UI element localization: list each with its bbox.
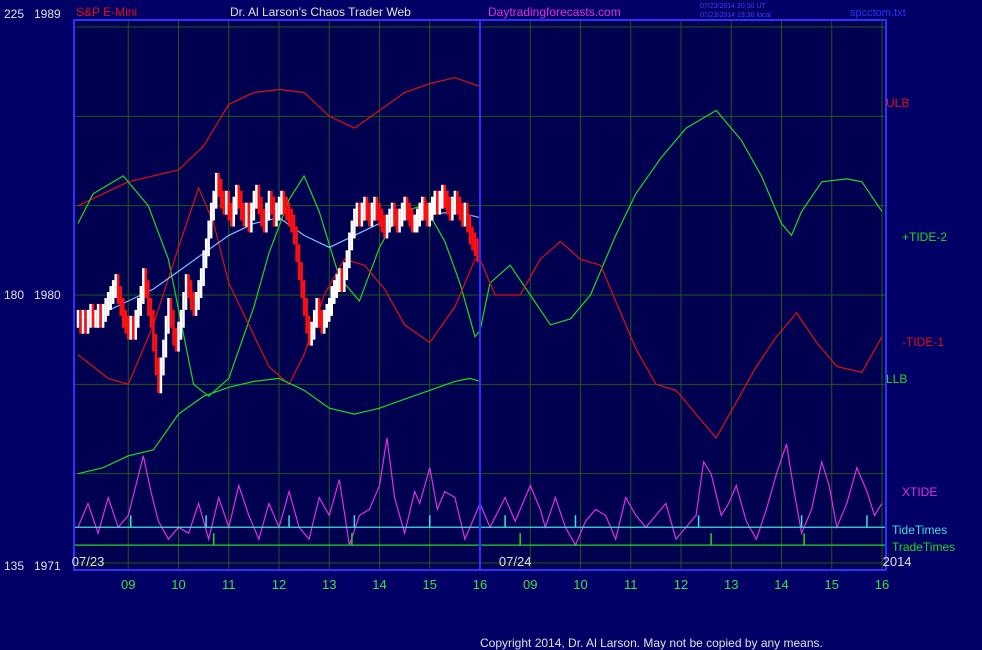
x-tick-label: 14 xyxy=(372,577,386,592)
x-tick-label: 11 xyxy=(222,577,236,592)
y-axis-price-label: 1989 xyxy=(34,7,61,21)
legend-label-ulb: ULB xyxy=(886,96,909,110)
legend-label-llb: LLB xyxy=(886,372,907,386)
legend-label-tide-1: -TIDE-1 xyxy=(902,335,944,349)
x-tick-label: 16 xyxy=(473,577,487,592)
y-axis-price-label: 1980 xyxy=(34,288,61,302)
time-ut: 07/23/2014 20:30 UT xyxy=(700,3,766,10)
x-tick-label: 13 xyxy=(724,577,738,592)
y-axis-price-label: 1971 xyxy=(34,559,61,573)
copyright: Copyright 2014, Dr. Al Larson. May not b… xyxy=(480,636,823,650)
x-axis-labels: 09 10 11 12 13 14 15 16 09 10 11 12 13 14 15 16 xyxy=(121,577,889,592)
y-axis-label: 180 xyxy=(4,288,24,302)
legend-label-xtide: XTIDE xyxy=(902,485,937,499)
legend-label-tradetimes: TradeTimes xyxy=(892,540,955,554)
x-tick-label: 10 xyxy=(573,577,587,592)
date-label: 07/23 xyxy=(72,554,105,569)
file-name: spcctom.txt xyxy=(850,7,906,19)
x-tick-label: 12 xyxy=(272,577,286,592)
chaos-trader-chart: S&P E-Mini Dr. Al Larson's Chaos Trader … xyxy=(4,3,955,650)
date-label: 07/24 xyxy=(499,554,532,569)
x-tick-label: 09 xyxy=(121,577,135,592)
y-axis-label: 225 xyxy=(4,7,24,21)
x-tick-label: 10 xyxy=(171,577,185,592)
legend-label-tidetimes: TideTimes xyxy=(892,523,947,537)
y-axis-labels: 225 1989 180 1980 135 1971 xyxy=(4,7,61,573)
x-tick-label: 15 xyxy=(423,577,437,592)
y-axis-label: 135 xyxy=(4,559,24,573)
x-tick-label: 15 xyxy=(825,577,839,592)
x-tick-label: 14 xyxy=(774,577,788,592)
site-link[interactable]: Daytradingforecasts.com xyxy=(488,5,621,19)
symbol-title: S&P E-Mini xyxy=(76,5,137,19)
x-tick-label: 11 xyxy=(624,577,638,592)
time-local: 07/23/2014 13:30 local xyxy=(700,12,771,19)
date-label: 2014 xyxy=(883,554,912,569)
legend-labels: ULB +TIDE-2 -TIDE-1 LLB XTIDE TideTimes TradeT… xyxy=(886,96,955,554)
x-tick-label: 13 xyxy=(322,577,336,592)
x-tick-label: 12 xyxy=(674,577,688,592)
x-tick-label: 09 xyxy=(523,577,537,592)
author-title: Dr. Al Larson's Chaos Trader Web xyxy=(230,5,411,19)
x-tick-label: 16 xyxy=(875,577,889,592)
legend-label-tide-2: +TIDE-2 xyxy=(902,230,947,244)
